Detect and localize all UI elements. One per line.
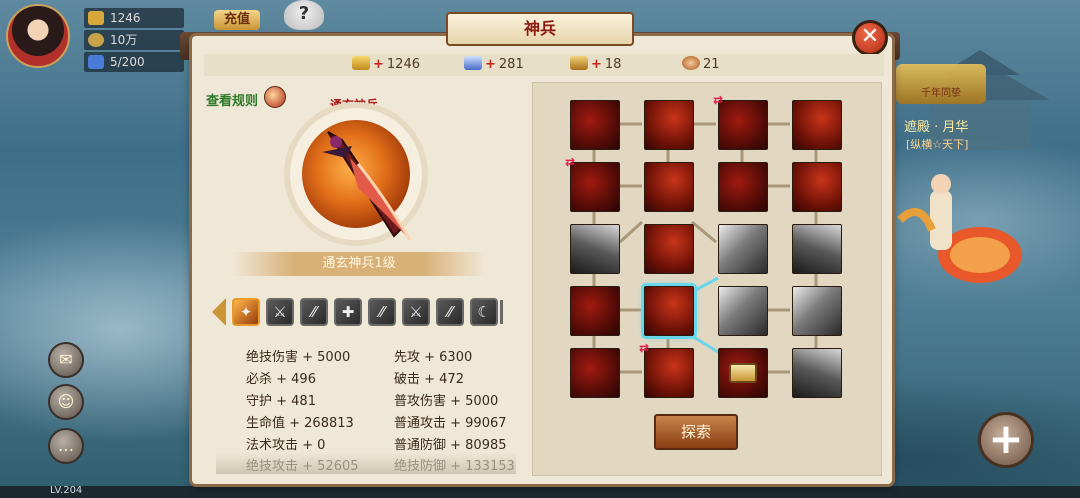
- stat-right-6: 绝技防御 + 133153: [394, 459, 515, 474]
- grid-cell-4-2-selected[interactable]: [644, 286, 694, 336]
- grid-cell-1-1[interactable]: [570, 100, 620, 150]
- resource-crystal[interactable]: +281: [464, 56, 524, 74]
- view-rules-link[interactable]: 查看规则: [206, 90, 258, 109]
- grid-cell-2-4[interactable]: [792, 162, 842, 212]
- token-icon: [570, 56, 588, 70]
- resource-token[interactable]: +18: [570, 56, 621, 74]
- stat-left-6: 绝技攻击 + 52605: [246, 459, 359, 474]
- weapon-sword-icon[interactable]: [298, 118, 422, 248]
- friends-button[interactable]: ☺: [48, 384, 84, 420]
- grid-cell-3-3[interactable]: [718, 224, 768, 274]
- npc-title: [纵横☆天下]: [906, 138, 969, 151]
- stamina-icon: [88, 55, 104, 69]
- stat-left-5: 法术攻击 + 0: [246, 438, 326, 453]
- skill-slot-3[interactable]: ⁄⁄: [300, 298, 328, 326]
- grid-cell-1-4[interactable]: [792, 100, 842, 150]
- stamina-value: 5/200: [110, 55, 145, 69]
- add-token-icon: +: [591, 57, 602, 72]
- stat-left-1: 绝技伤害 + 5000: [246, 350, 351, 365]
- silver-display: 10万: [84, 30, 184, 50]
- grid-cell-3-2[interactable]: [644, 224, 694, 274]
- stat-left-4: 生命值 + 268813: [246, 416, 354, 431]
- skill-slot-1[interactable]: ✦: [232, 298, 260, 326]
- close-button[interactable]: ✕: [852, 20, 888, 56]
- skill-scroll-left-icon[interactable]: [212, 298, 226, 326]
- gold-value: 1246: [110, 11, 141, 25]
- dialog-title: 神兵: [446, 12, 634, 46]
- skill-slot-8[interactable]: ☾: [470, 298, 498, 326]
- grid-cell-3-4[interactable]: [792, 224, 842, 274]
- experience-bar: LV.204: [0, 485, 1080, 498]
- grid-cell-4-3[interactable]: [718, 286, 768, 336]
- stat-left-3: 守护 + 481: [246, 394, 316, 409]
- stamina-display: 5/200: [84, 52, 184, 72]
- people-icon: ☺: [57, 392, 75, 411]
- gold-ingot-icon: [352, 56, 370, 70]
- resource-seal: 21: [682, 56, 720, 74]
- skill-slot-7[interactable]: ⁄⁄: [436, 298, 464, 326]
- grid-cell-2-2[interactable]: [644, 162, 694, 212]
- grid-cell-5-4[interactable]: [792, 348, 842, 398]
- resource-seal-value: 21: [703, 57, 720, 72]
- resource-gold-value: 1246: [386, 57, 420, 72]
- add-gold-icon: +: [373, 57, 384, 72]
- grid-cell-2-3[interactable]: [718, 162, 768, 212]
- stat-left-2: 必杀 + 496: [246, 372, 316, 387]
- rules-icon[interactable]: [264, 86, 286, 108]
- help-button[interactable]: ?: [284, 0, 324, 30]
- stat-right-1: 先攻 + 6300: [394, 350, 473, 365]
- grid-cell-5-1[interactable]: [570, 348, 620, 398]
- grid-cell-3-1[interactable]: [570, 224, 620, 274]
- treasure-chest-icon: [729, 363, 757, 383]
- explore-button[interactable]: 探索: [654, 414, 738, 450]
- stat-right-5: 普通防御 + 80985: [394, 438, 507, 453]
- stat-right-3: 普攻伤害 + 5000: [394, 394, 499, 409]
- skill-slot-6[interactable]: ⚔: [402, 298, 430, 326]
- event-banner[interactable]: 千年同挚: [896, 64, 986, 104]
- crystal-icon: [464, 56, 482, 70]
- skill-scroll-end: [500, 300, 503, 324]
- silver-value: 10万: [110, 33, 138, 47]
- npc-name: 遮殿 · 月华: [904, 120, 969, 135]
- player-avatar[interactable]: [6, 4, 70, 68]
- skill-slot-2[interactable]: ⚔: [266, 298, 294, 326]
- add-crystal-icon: +: [485, 57, 496, 72]
- stat-right-4: 普通攻击 + 99067: [394, 416, 507, 431]
- resource-gold[interactable]: +1246: [352, 56, 420, 74]
- grid-cell-5-2[interactable]: ⇄: [639, 341, 694, 398]
- grid-cell-4-1[interactable]: [570, 286, 620, 336]
- chat-button[interactable]: …: [48, 428, 84, 464]
- resource-crystal-value: 281: [498, 57, 524, 72]
- skill-slot-5[interactable]: ⁄⁄: [368, 298, 396, 326]
- envelope-icon: ✉: [59, 350, 73, 369]
- skill-slot-4[interactable]: ✚: [334, 298, 362, 326]
- mail-button[interactable]: ✉: [48, 342, 84, 378]
- shuffle-icon: ⇄: [639, 341, 650, 355]
- grid-cell-4-4[interactable]: [792, 286, 842, 336]
- resource-bar: [204, 54, 884, 76]
- seal-icon: [682, 56, 700, 70]
- coin-icon: [88, 33, 104, 47]
- grid-cell-1-3[interactable]: ⇄: [713, 93, 768, 150]
- gold-display: 1246: [84, 8, 184, 28]
- resource-token-value: 18: [604, 57, 622, 72]
- level-label: LV.204: [50, 485, 83, 496]
- chat-bubble-icon: …: [58, 436, 74, 455]
- shuffle-icon: ⇄: [713, 93, 724, 107]
- recharge-button[interactable]: 充值: [214, 10, 260, 30]
- gold-icon: [88, 11, 104, 25]
- stat-right-2: 破击 + 472: [394, 372, 464, 387]
- shuffle-icon: ⇄: [565, 155, 576, 169]
- grid-cell-2-1[interactable]: ⇄: [565, 155, 620, 212]
- grid-cell-5-3[interactable]: [718, 348, 768, 398]
- grid-cell-1-2[interactable]: [644, 100, 694, 150]
- npc-figure[interactable]: [880, 160, 1030, 290]
- expand-menu-button[interactable]: +: [978, 412, 1034, 468]
- weapon-level: 通玄神兵1级: [232, 252, 486, 276]
